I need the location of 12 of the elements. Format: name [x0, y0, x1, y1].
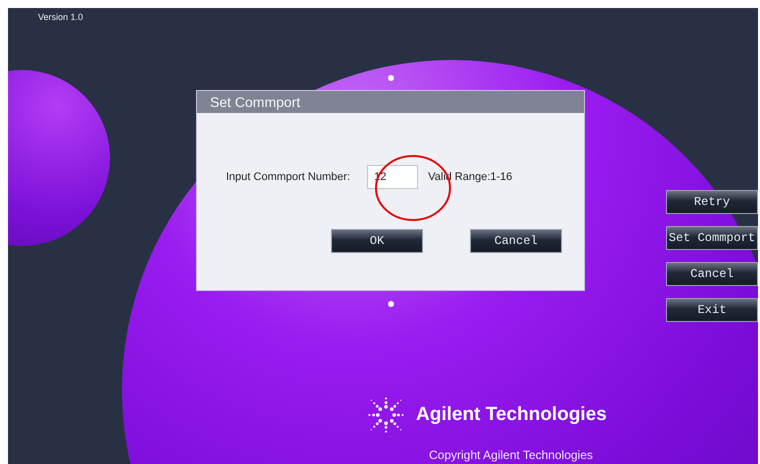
- side-button[interactable]: Exit: [666, 298, 758, 322]
- side-button[interactable]: Set Commport: [666, 226, 758, 250]
- side-button[interactable]: Cancel: [666, 262, 758, 286]
- copyright-text: Copyright Agilent Technologies: [429, 447, 593, 464]
- field-label: Input Commport Number:: [226, 170, 350, 185]
- version-label: Version 1.0: [38, 11, 84, 24]
- side-button[interactable]: Retry: [666, 190, 758, 214]
- dialog-title: Set Commport: [210, 92, 300, 112]
- brand-name: Agilent Technologies: [416, 402, 607, 427]
- dialog-button[interactable]: Cancel: [470, 229, 562, 253]
- starburst-logo-icon: [366, 395, 406, 435]
- dialog-button[interactable]: OK: [331, 229, 423, 253]
